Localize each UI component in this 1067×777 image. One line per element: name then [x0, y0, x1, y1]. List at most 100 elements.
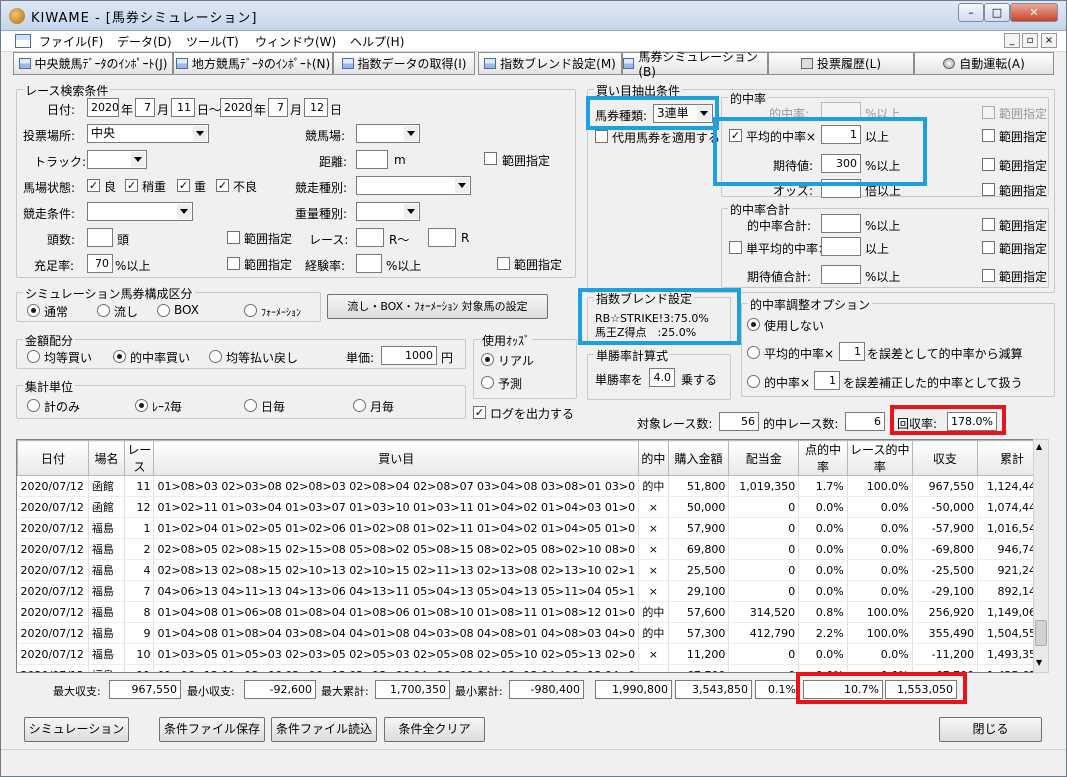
table-row[interactable]: 2020/07/12 福島 7 04>06>13 04>11>13 04>13>06 …: [17, 580, 1047, 602]
scroll-thumb[interactable]: [1035, 620, 1047, 646]
table-row[interactable]: 2020/07/12 福島 10 01>03>05 01>05>03 02>03>05…: [17, 643, 1047, 665]
close-window-button[interactable]: ✕: [1010, 3, 1058, 22]
odds-real-radio[interactable]: [481, 353, 494, 366]
table-row[interactable]: 2020/07/12 福島 1 01>02>04 01>02>05 01>02>06 …: [17, 517, 1047, 539]
to-day-field[interactable]: 12: [304, 98, 328, 117]
money-hit-rate-radio[interactable]: [113, 350, 126, 363]
hit-total-range-checkbox[interactable]: [982, 218, 995, 231]
import-local-button[interactable]: 地方競馬ﾃﾞｰﾀのｲﾝﾎﾟｰﾄ(N): [173, 52, 333, 75]
money-even-radio[interactable]: [27, 350, 40, 363]
column-header-race-hit[interactable]: レース的中率: [846, 440, 913, 476]
column-header-point-hit[interactable]: 点的中率: [798, 440, 848, 476]
sim-normal-radio[interactable]: [27, 304, 40, 317]
menu-tools[interactable]: ツール(T): [186, 33, 239, 50]
column-header-race[interactable]: レース: [124, 440, 155, 476]
run-simulation-button[interactable]: シミュレーション: [24, 717, 129, 742]
table-row[interactable]: 2020/07/12 福島 2 02>08>05 02>08>15 02>15>08 …: [17, 538, 1047, 560]
column-header-payout[interactable]: 配当金: [728, 440, 800, 476]
table-row[interactable]: 2020/07/12 福島 4 02>08>13 02>08>15 02>10>13 …: [17, 559, 1047, 581]
experience-range-checkbox[interactable]: [497, 257, 510, 270]
adjust-none-radio[interactable]: [747, 318, 760, 331]
table-row[interactable]: 2020/07/12 函館 12 01>02>11 01>03>04 01>03>07…: [17, 496, 1047, 518]
expect-total-range-checkbox[interactable]: [982, 269, 995, 282]
race-condition-combo[interactable]: [87, 202, 193, 221]
race-type-combo[interactable]: [356, 176, 471, 195]
target-horse-settings-button[interactable]: 流し・BOX・ﾌｫｰﾒｰｼｮﾝ 対象馬の設定: [327, 294, 548, 319]
adjust-subtract-radio[interactable]: [747, 346, 760, 359]
to-year-field[interactable]: 2020: [220, 98, 252, 117]
ticket-simulation-button[interactable]: 馬券シミュレーション(B): [622, 50, 768, 79]
unit-price-field[interactable]: 1000: [381, 346, 437, 365]
sim-formation-radio[interactable]: [244, 304, 257, 317]
adjust-correct-radio[interactable]: [747, 375, 760, 388]
table-row[interactable]: 2020/07/12 福島 9 01>04>08 01>08>04 03>08>04 …: [17, 622, 1047, 644]
money-even-payout-radio[interactable]: [209, 350, 222, 363]
column-header-purchase[interactable]: 購入金額: [667, 440, 730, 476]
log-output-checkbox[interactable]: ✓: [473, 406, 486, 419]
vote-history-button[interactable]: 投票履歴(L): [768, 52, 914, 75]
table-row[interactable]: 2020/07/12 福島 8 01>04>08 01>06>08 01>08>04 …: [17, 601, 1047, 623]
proxy-ticket-checkbox[interactable]: [595, 130, 608, 143]
column-header-venue[interactable]: 場名: [87, 440, 126, 476]
menu-file[interactable]: ファイル(F): [39, 33, 103, 50]
distance-field[interactable]: [356, 150, 388, 169]
weight-type-combo[interactable]: [356, 202, 420, 221]
save-conditions-button[interactable]: 条件ファイル保存: [159, 717, 265, 742]
mdi-minimize-button[interactable]: _: [1004, 33, 1020, 48]
column-header-date[interactable]: 日付: [17, 440, 89, 476]
import-central-button[interactable]: 中央競馬ﾃﾞｰﾀのｲﾝﾎﾟｰﾄ(J): [13, 52, 173, 75]
single-avg-range-checkbox[interactable]: [982, 241, 995, 254]
condition-checkbox-bad[interactable]: ✓: [216, 179, 229, 192]
to-month-field[interactable]: 7: [268, 98, 288, 117]
expect-total-field[interactable]: [821, 265, 861, 284]
from-day-field[interactable]: 11: [171, 98, 195, 117]
venue-combo[interactable]: 中央: [87, 124, 209, 143]
menu-window[interactable]: ウィンドウ(W): [255, 33, 336, 50]
results-grid[interactable]: 日付 場名 レース 買い目 的中 購入金額 配当金 点的中率 レース的中率 収支 累計 2020/0…: [16, 439, 1048, 673]
mdi-close-button[interactable]: ×: [1041, 33, 1057, 48]
heads-range-checkbox[interactable]: [227, 231, 240, 244]
menu-data[interactable]: データ(D): [117, 33, 172, 50]
column-header-bets[interactable]: 買い目: [153, 440, 640, 476]
condition-checkbox-heavy[interactable]: ✓: [177, 179, 190, 192]
single-win-exponent-field[interactable]: 4.0: [649, 368, 675, 387]
fill-range-checkbox[interactable]: [227, 257, 240, 270]
grid-vertical-scrollbar[interactable]: ▲ ▼: [1033, 439, 1049, 673]
agg-daily-radio[interactable]: [244, 399, 257, 412]
hit-rate-range-checkbox[interactable]: [982, 106, 995, 119]
odds-predicted-radio[interactable]: [481, 376, 494, 389]
table-row[interactable]: 2020/07/12 函館 11 01>08>03 02>03>08 02>08>03…: [17, 475, 1047, 497]
track-combo[interactable]: [87, 150, 147, 169]
single-avg-field[interactable]: [821, 237, 861, 256]
scroll-down-icon[interactable]: ▼: [1036, 658, 1042, 667]
condition-checkbox-slightly-heavy[interactable]: ✓: [125, 179, 138, 192]
sim-box-radio[interactable]: [157, 304, 170, 317]
expected-range-checkbox[interactable]: [982, 158, 995, 171]
heads-field[interactable]: [87, 228, 113, 247]
odds-range-checkbox[interactable]: [982, 183, 995, 196]
close-button[interactable]: 閉じる: [939, 717, 1042, 742]
race-from-field[interactable]: [356, 228, 384, 247]
load-conditions-button[interactable]: 条件ファイル読込: [271, 717, 377, 742]
hit-total-field[interactable]: [821, 214, 861, 233]
fetch-index-button[interactable]: 指数データの取得(I): [333, 52, 475, 75]
sim-nagashi-radio[interactable]: [97, 304, 110, 317]
menu-help[interactable]: ヘルプ(H): [350, 33, 404, 50]
minimize-button[interactable]: –: [958, 3, 984, 22]
avg-hit-range-checkbox[interactable]: [982, 129, 995, 142]
clear-conditions-button[interactable]: 条件全クリア: [384, 717, 485, 742]
blend-settings-button[interactable]: 指数ブレンド設定(M): [478, 52, 622, 75]
agg-total-radio[interactable]: [27, 399, 40, 412]
maximize-button[interactable]: □: [984, 3, 1010, 22]
agg-monthly-radio[interactable]: [353, 399, 366, 412]
column-header-pl[interactable]: 収支: [911, 440, 979, 476]
fill-rate-field[interactable]: 70: [87, 254, 113, 273]
condition-checkbox-good[interactable]: ✓: [87, 179, 100, 192]
experience-rate-field[interactable]: [356, 254, 382, 273]
scroll-up-icon[interactable]: ▲: [1036, 442, 1042, 451]
race-to-field[interactable]: [428, 228, 456, 247]
from-month-field[interactable]: 7: [135, 98, 155, 117]
adjust-correct-field[interactable]: 1: [814, 371, 840, 390]
single-avg-checkbox[interactable]: [729, 241, 742, 254]
course-combo[interactable]: [356, 124, 420, 143]
